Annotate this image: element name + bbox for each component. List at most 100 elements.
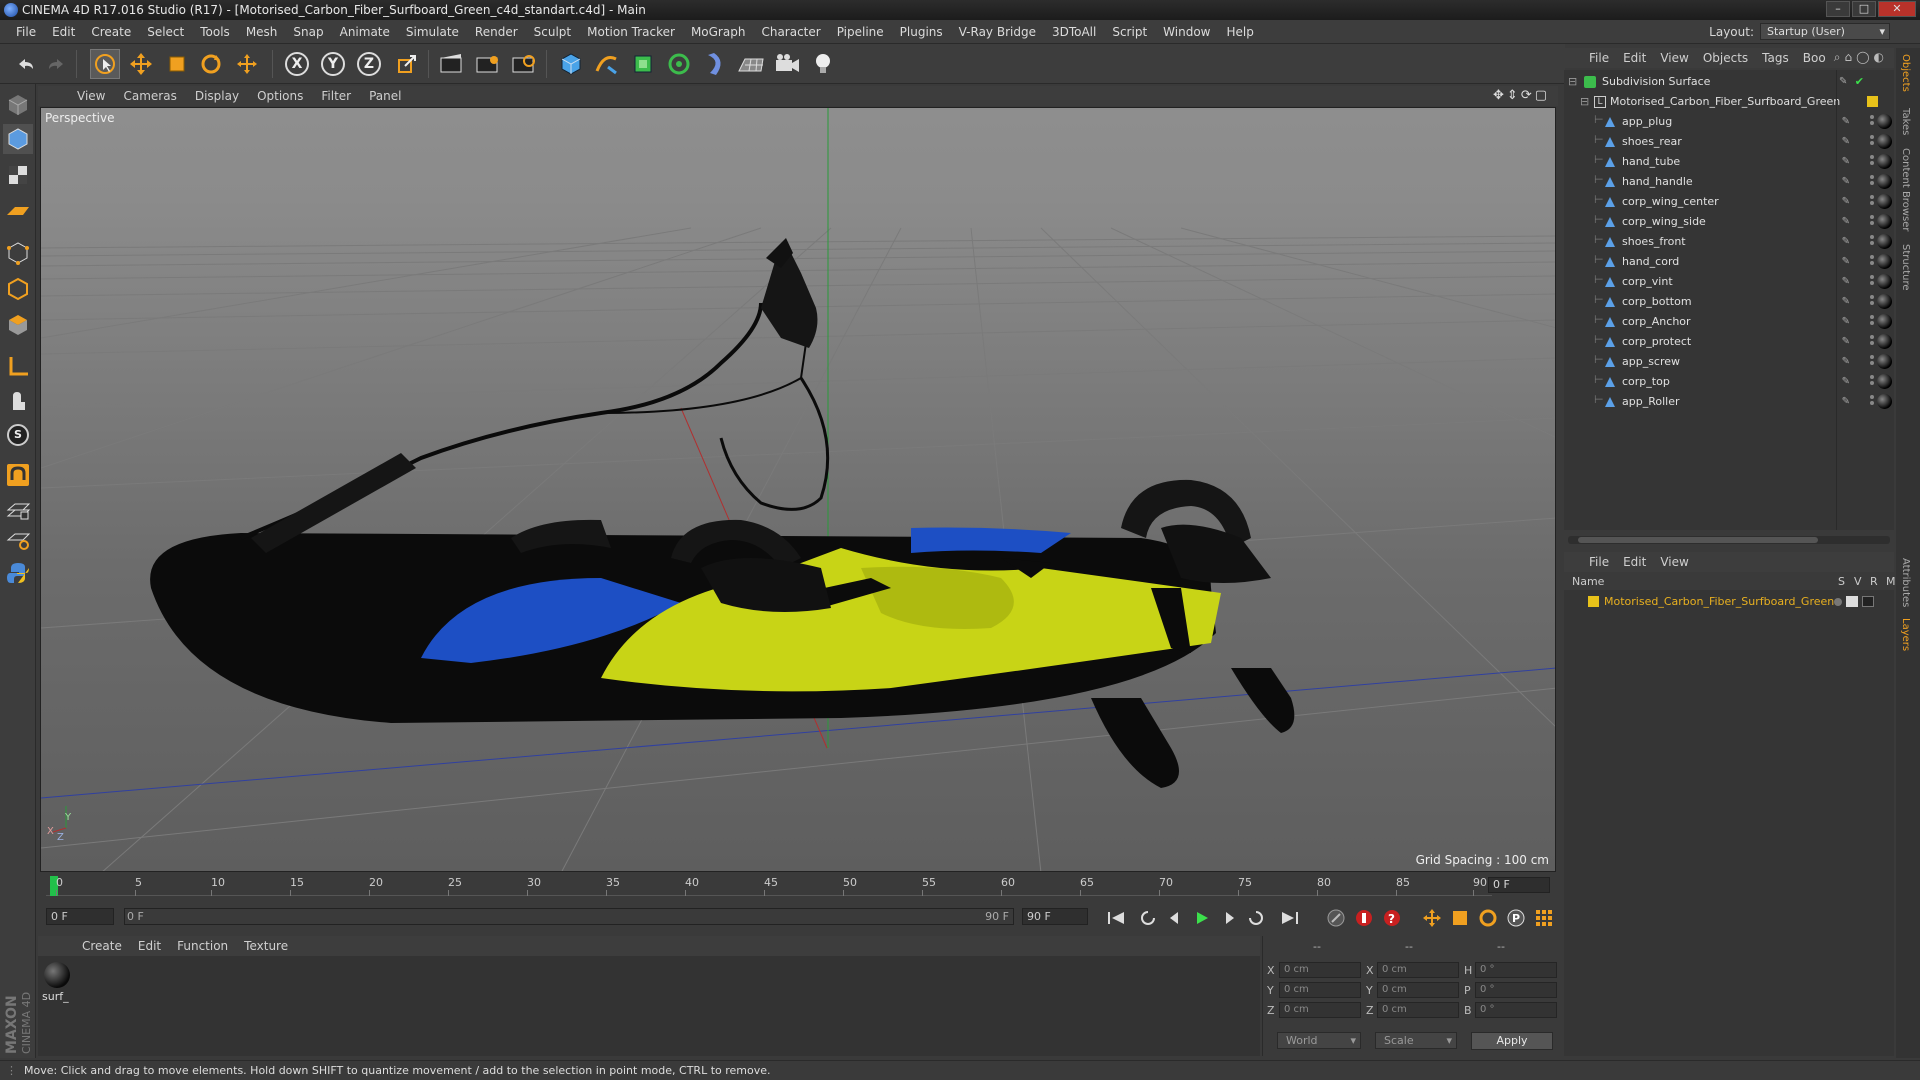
y-axis-lock-button[interactable]: Y	[318, 49, 348, 79]
visibility-dots-icon[interactable]	[1870, 255, 1874, 269]
object-menu-file[interactable]: File	[1582, 51, 1616, 65]
layer-col-manager[interactable]: M	[1886, 574, 1896, 590]
object-row-shoes-front[interactable]: ⊢ shoes_front ✎	[1564, 232, 1894, 252]
redo-button[interactable]	[42, 49, 72, 79]
add-light-button[interactable]	[808, 49, 838, 79]
enable-axis-button[interactable]	[3, 352, 33, 382]
play-button[interactable]	[1190, 906, 1214, 930]
object-row-shoes-rear[interactable]: ⊢ shoes_rear ✎	[1564, 132, 1894, 152]
goto-start-button[interactable]	[1104, 906, 1128, 930]
grid-snap-button[interactable]	[3, 494, 33, 524]
layer-col-render[interactable]: R	[1870, 574, 1878, 590]
menu-pipeline[interactable]: Pipeline	[829, 25, 892, 39]
apply-button[interactable]: Apply	[1471, 1032, 1553, 1050]
collapse-toggle-icon[interactable]: ⊟	[1580, 92, 1589, 112]
rotate-tool-button[interactable]	[196, 49, 226, 79]
object-menu-edit[interactable]: Edit	[1616, 51, 1653, 65]
enabled-check-icon[interactable]: ✔	[1855, 72, 1864, 92]
viewport-menu-view[interactable]: View	[68, 89, 114, 103]
edit-tag-icon[interactable]: ✎	[1842, 112, 1850, 132]
object-row-corp-vint[interactable]: ⊢ corp_vint ✎	[1564, 272, 1894, 292]
timeline-ruler[interactable]: 0 5 10 15 20 25 30 35 40 45 50 55 60 65 …	[38, 873, 1558, 897]
material-menu-texture[interactable]: Texture	[236, 939, 296, 953]
material-menu-function[interactable]: Function	[169, 939, 236, 953]
menu-character[interactable]: Character	[753, 25, 828, 39]
goto-prev-key-button[interactable]	[1136, 906, 1160, 930]
add-array-button[interactable]	[664, 49, 694, 79]
rotation-b-field[interactable]: 0 °	[1475, 1002, 1557, 1018]
layer-col-solo[interactable]: S	[1838, 574, 1845, 590]
menu-3dtoall[interactable]: 3DToAll	[1044, 25, 1104, 39]
material-tag-icon[interactable]	[1877, 174, 1892, 189]
visibility-dots-icon[interactable]	[1870, 395, 1874, 409]
object-row-corp-wing-center[interactable]: ⊢ corp_wing_center ✎	[1564, 192, 1894, 212]
visibility-dots-icon[interactable]	[1870, 175, 1874, 189]
material-tag-icon[interactable]	[1877, 354, 1892, 369]
object-manager-nav-icons[interactable]: ⌕⌂◯◐	[1834, 50, 1888, 65]
goto-next-key-button[interactable]	[1244, 906, 1268, 930]
material-tag-icon[interactable]	[1877, 134, 1892, 149]
goto-end-button[interactable]	[1278, 906, 1302, 930]
model-mode-button[interactable]	[3, 124, 33, 154]
menu-snap[interactable]: Snap	[285, 25, 331, 39]
visibility-dots-icon[interactable]	[1870, 215, 1874, 229]
edges-mode-button[interactable]	[3, 274, 33, 304]
menu-sculpt[interactable]: Sculpt	[526, 25, 579, 39]
render-settings-button[interactable]	[508, 49, 538, 79]
object-row-corp-anchor[interactable]: ⊢ corp_Anchor ✎	[1564, 312, 1894, 332]
object-row-surfboard-group[interactable]: ⊟ L Motorised_Carbon_Fiber_Surfboard_Gre…	[1564, 92, 1894, 112]
menu-simulate[interactable]: Simulate	[398, 25, 467, 39]
edit-tag-icon[interactable]: ✎	[1842, 352, 1850, 372]
record-keys-button[interactable]	[1352, 906, 1376, 930]
size-z-field[interactable]: 0 cm	[1377, 1002, 1459, 1018]
solo-toggle-icon[interactable]	[1834, 598, 1842, 606]
material-tag-icon[interactable]	[1877, 154, 1892, 169]
current-frame-field[interactable]: 0 F	[1488, 877, 1550, 893]
menu-window[interactable]: Window	[1155, 25, 1218, 39]
object-row-subdivision-surface[interactable]: ⊟ Subdivision Surface ✎ ✔	[1564, 72, 1894, 92]
viewport-menu-panel[interactable]: Panel	[360, 89, 410, 103]
viewport-menu-cameras[interactable]: Cameras	[114, 89, 185, 103]
layer-col-name[interactable]: Name	[1572, 574, 1604, 590]
menu-vray-bridge[interactable]: V-Ray Bridge	[951, 25, 1044, 39]
object-row-corp-top[interactable]: ⊢ corp_top ✎	[1564, 372, 1894, 392]
object-row-corp-protect[interactable]: ⊢ corp_protect ✎	[1564, 332, 1894, 352]
add-camera-button[interactable]	[772, 49, 802, 79]
layer-menu-file[interactable]: File	[1582, 555, 1616, 569]
layout-dropdown[interactable]: Startup (User) ▾	[1760, 23, 1890, 40]
menu-render[interactable]: Render	[467, 25, 526, 39]
material-tag-icon[interactable]	[1877, 114, 1892, 129]
menu-help[interactable]: Help	[1218, 25, 1261, 39]
viewport-menu-options[interactable]: Options	[248, 89, 312, 103]
magnet-button[interactable]	[3, 460, 33, 490]
edit-tag-icon[interactable]: ✎	[1842, 372, 1850, 392]
visibility-dots-icon[interactable]	[1870, 275, 1874, 289]
material-tag-icon[interactable]	[1877, 394, 1892, 409]
position-z-field[interactable]: 0 cm	[1279, 1002, 1361, 1018]
scale-tool-button[interactable]	[162, 49, 192, 79]
visibility-dots-icon[interactable]	[1870, 115, 1874, 129]
tweak-mode-button[interactable]	[3, 386, 33, 416]
material-tag-icon[interactable]	[1877, 254, 1892, 269]
menu-mesh[interactable]: Mesh	[238, 25, 286, 39]
visibility-dots-icon[interactable]	[1870, 135, 1874, 149]
material-tag-icon[interactable]	[1877, 194, 1892, 209]
key-position-button[interactable]	[1420, 906, 1444, 930]
visibility-dots-icon[interactable]	[1870, 295, 1874, 309]
side-tab-attributes[interactable]: Attributes	[1900, 558, 1911, 607]
frame-ruler[interactable]: 0 5 10 15 20 25 30 35 40 45 50 55 60 65 …	[46, 876, 1492, 896]
key-parameter-button[interactable]: P	[1504, 906, 1528, 930]
layer-list[interactable]: Motorised_Carbon_Fiber_Surfboard_Green	[1564, 590, 1894, 1056]
autokey-button[interactable]: ?	[1380, 906, 1404, 930]
viewport-menu-filter[interactable]: Filter	[312, 89, 360, 103]
minimize-button[interactable]: –	[1826, 1, 1850, 17]
position-y-field[interactable]: 0 cm	[1279, 982, 1361, 998]
material-tag-icon[interactable]	[1877, 374, 1892, 389]
side-tab-layers[interactable]: Layers	[1900, 618, 1911, 651]
polygons-mode-button[interactable]	[3, 310, 33, 340]
size-x-field[interactable]: 0 cm	[1377, 962, 1459, 978]
3d-viewport[interactable]: Perspective Y X Z Grid Spacing : 100 cm	[40, 107, 1556, 872]
object-row-hand-cord[interactable]: ⊢ hand_cord ✎	[1564, 252, 1894, 272]
material-menu-create[interactable]: Create	[74, 939, 130, 953]
collapse-toggle-icon[interactable]: ⊟	[1568, 72, 1577, 92]
